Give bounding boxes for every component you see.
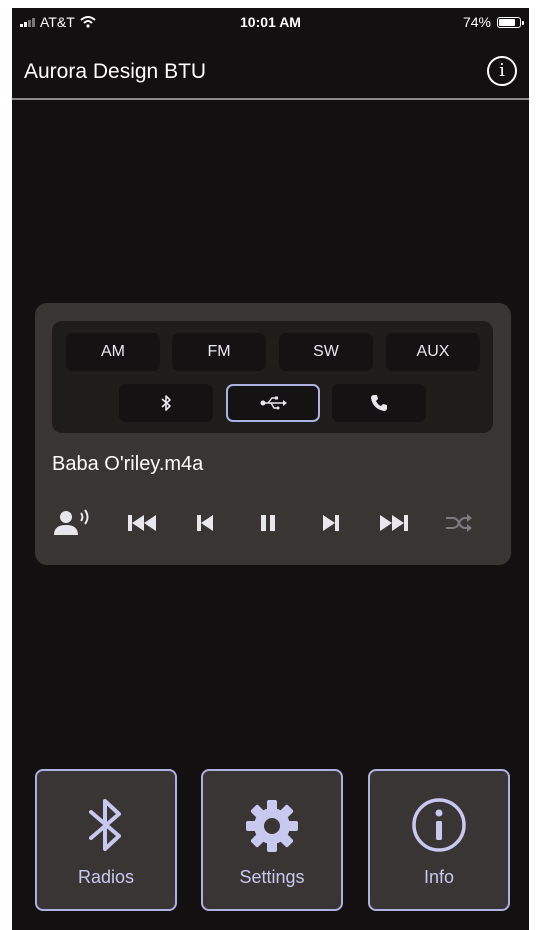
bluetooth-source-button[interactable]: [119, 384, 213, 422]
shuffle-icon: [446, 514, 472, 532]
info-icon[interactable]: i: [487, 56, 517, 86]
battery-icon: [497, 16, 524, 28]
band-am-button[interactable]: AM: [66, 333, 160, 371]
clock: 10:01 AM: [240, 14, 301, 30]
phone-source-button[interactable]: [332, 384, 426, 422]
radios-label: Radios: [77, 867, 135, 887]
phone-icon: [371, 394, 387, 411]
page-title: Aurora Design BTU: [24, 60, 207, 83]
previous-icon: [197, 515, 213, 531]
pause-button[interactable]: [248, 503, 288, 543]
previous-button[interactable]: [185, 503, 225, 543]
announcer-icon: [54, 509, 89, 535]
playback-controls: [52, 503, 493, 543]
track-name: Baba O'riley.m4a: [52, 453, 204, 475]
next-button[interactable]: [311, 503, 351, 543]
nav-bar: Aurora Design BTU i: [12, 38, 529, 100]
band-fm-button[interactable]: FM: [172, 333, 266, 371]
info-label: Info: [423, 867, 455, 887]
fast-forward-button[interactable]: [374, 503, 414, 543]
settings-label: Settings: [239, 867, 305, 887]
bluetooth-icon: [161, 394, 171, 411]
pause-icon: [261, 515, 275, 531]
fast-forward-icon: [380, 515, 408, 531]
shuffle-button[interactable]: [439, 503, 479, 543]
next-icon: [323, 515, 339, 531]
radios-icon-wrap: [37, 797, 175, 853]
settings-icon-wrap: [203, 797, 341, 855]
status-bar: AT&T 10:01 AM 74%: [12, 8, 529, 38]
phone-screen: AT&T 10:01 AM 74% Aurora Design BTU i AM…: [12, 8, 529, 930]
bluetooth-icon: [89, 799, 121, 851]
usb-icon: [260, 396, 287, 410]
fast-rewind-button[interactable]: [122, 503, 162, 543]
announce-button[interactable]: [52, 503, 92, 543]
gear-icon: [246, 800, 298, 852]
source-selector: AM FM SW AUX: [52, 321, 493, 433]
settings-button[interactable]: Settings: [201, 769, 343, 911]
status-right: 74%: [462, 14, 524, 30]
info-icon-wrap: [370, 797, 508, 853]
fast-rewind-icon: [128, 515, 156, 531]
info-button[interactable]: Info: [368, 769, 510, 911]
band-aux-button[interactable]: AUX: [386, 333, 480, 371]
battery-percent: 74%: [462, 14, 491, 30]
usb-source-button[interactable]: [226, 384, 320, 422]
info-icon: [412, 798, 466, 852]
player-card: AM FM SW AUX Baba O'riley.m4a: [35, 303, 511, 565]
band-sw-button[interactable]: SW: [279, 333, 373, 371]
radios-button[interactable]: Radios: [35, 769, 177, 911]
